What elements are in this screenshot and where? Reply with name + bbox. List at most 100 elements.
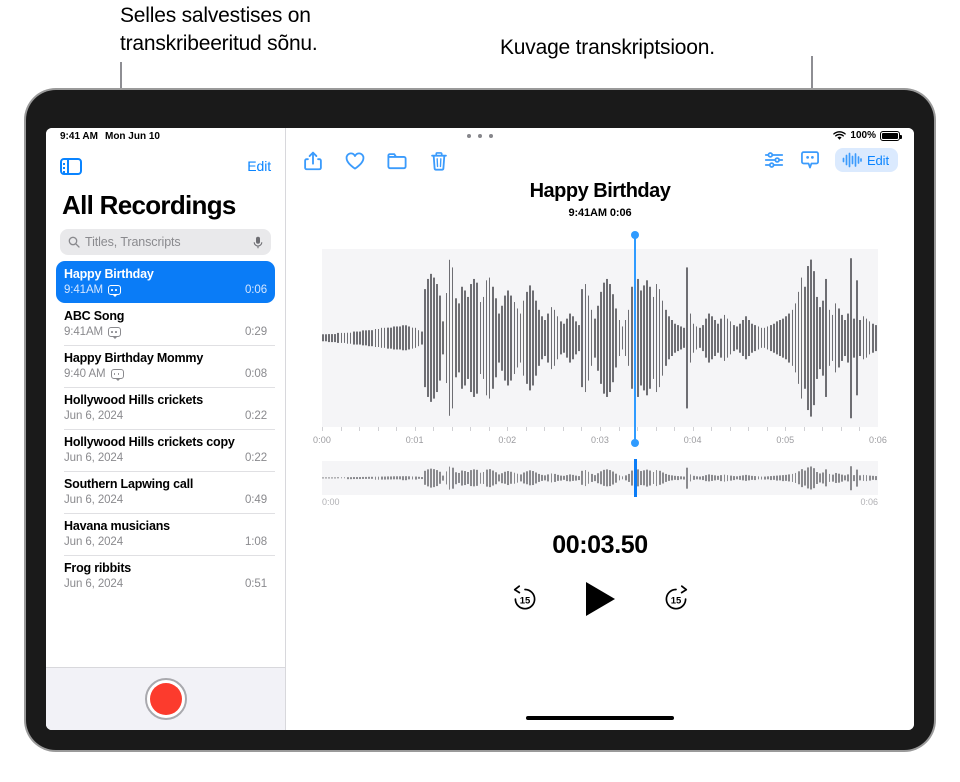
mini-waveform-bar bbox=[760, 476, 763, 480]
time-axis-tick bbox=[803, 427, 805, 431]
waveform-bar bbox=[646, 280, 649, 396]
waveform-playhead[interactable] bbox=[633, 235, 637, 443]
time-axis-tick bbox=[544, 427, 546, 431]
mini-waveform-bar bbox=[680, 476, 683, 480]
waveform-bar bbox=[658, 288, 661, 388]
recording-item-meta: Jun 6, 2024 0:49 bbox=[64, 494, 267, 506]
time-axis-tick bbox=[525, 427, 527, 431]
recording-list-item[interactable]: Hollywood Hills crickets copy Jun 6, 2024… bbox=[56, 429, 275, 471]
callout-show-transcription: Kuvage transkriptsioon. bbox=[500, 36, 715, 59]
skip-back-15-button[interactable]: 15 bbox=[510, 584, 540, 614]
mini-waveform-bar bbox=[380, 476, 383, 480]
mini-waveform-bar bbox=[541, 474, 544, 482]
mini-waveform-bar bbox=[643, 470, 646, 486]
mini-waveform-bar bbox=[714, 475, 717, 481]
waveform-bar bbox=[689, 313, 692, 363]
recording-list-item[interactable]: ABC Song 9:41AM 0:29 bbox=[56, 303, 275, 345]
mini-waveform-bar bbox=[686, 467, 689, 489]
mini-waveform-bar bbox=[785, 474, 788, 482]
waveform-bar bbox=[655, 283, 658, 393]
mini-waveform-bar bbox=[513, 472, 516, 484]
mini-waveform-bar bbox=[322, 477, 324, 479]
mini-waveform-bar bbox=[637, 469, 639, 487]
recording-list-item[interactable]: Happy Birthday 9:41AM 0:06 bbox=[56, 261, 275, 303]
waveform-bar bbox=[615, 308, 618, 368]
waveform-bar bbox=[593, 318, 596, 358]
audio-settings-icon[interactable] bbox=[763, 149, 785, 171]
mini-waveform-bar bbox=[485, 469, 488, 487]
time-axis-tick bbox=[377, 427, 379, 431]
recording-list-item[interactable]: Happy Birthday Mommy 9:40 AM 0:08 bbox=[56, 345, 275, 387]
mini-waveform-bar bbox=[717, 475, 720, 481]
waveform-bar bbox=[643, 285, 645, 391]
record-button[interactable] bbox=[144, 678, 187, 720]
multitasking-handle[interactable] bbox=[467, 134, 493, 138]
recordings-list[interactable]: Happy Birthday 9:41AM 0:06 ABC Song 9:41AM 0:… bbox=[46, 255, 285, 667]
waveform-bar bbox=[664, 310, 667, 366]
tablet-screen: 9:41 AM Mon Jun 10 100% Edit All Recordi… bbox=[46, 128, 914, 730]
waveform-bar bbox=[868, 321, 871, 355]
waveform-bar bbox=[491, 287, 494, 389]
recording-list-item[interactable]: Southern Lapwing call Jun 6, 2024 0:49 bbox=[56, 471, 275, 513]
waveform-bar bbox=[331, 333, 333, 343]
recording-item-duration: 0:49 bbox=[245, 494, 267, 506]
mini-waveform-bar bbox=[621, 476, 624, 480]
mini-waveform-bar bbox=[433, 469, 436, 487]
sidebar-toggle-icon[interactable] bbox=[60, 157, 82, 175]
waveform-bar bbox=[612, 293, 615, 383]
waveform-display[interactable]: 0:00 0:01 0:02 0:03 0:04 0:05 0:06 bbox=[313, 235, 887, 445]
waveform-bar bbox=[405, 325, 408, 351]
recording-list-item[interactable]: Frog ribbits Jun 6, 2024 0:51 bbox=[56, 555, 275, 597]
recording-item-meta: 9:41AM 0:06 bbox=[64, 284, 267, 298]
waveform-bar bbox=[757, 326, 760, 350]
skip-forward-15-button[interactable]: 15 bbox=[661, 584, 691, 614]
recording-list-item[interactable]: Havana musicians Jun 6, 2024 1:08 bbox=[56, 513, 275, 555]
waveform-bar bbox=[467, 297, 469, 379]
recording-item-title: Happy Birthday Mommy bbox=[64, 351, 204, 365]
mini-waveform-bar bbox=[862, 474, 865, 482]
mini-waveform-bar bbox=[454, 472, 457, 484]
play-button[interactable] bbox=[585, 582, 615, 616]
mini-waveform-bar bbox=[701, 476, 704, 480]
waveform-bar bbox=[501, 305, 503, 371]
mini-waveform-bar bbox=[352, 477, 355, 479]
mini-timeline[interactable]: 0:00 0:06 bbox=[322, 459, 878, 513]
waveform-bar bbox=[732, 324, 735, 352]
mini-waveform-bar bbox=[667, 474, 670, 482]
waveform-bar bbox=[748, 319, 750, 357]
mini-waveform-bar bbox=[566, 475, 568, 481]
edit-recording-button[interactable]: Edit bbox=[834, 148, 898, 172]
mini-waveform-bar bbox=[766, 476, 769, 480]
mini-waveform-bar bbox=[853, 475, 856, 481]
transcript-bubble-icon[interactable] bbox=[799, 149, 821, 171]
waveform-bar bbox=[800, 277, 803, 399]
search-input[interactable]: Titles, Transcripts bbox=[60, 229, 271, 255]
mini-waveform-bar bbox=[723, 474, 726, 482]
mini-waveform-bar bbox=[578, 476, 581, 480]
waveform-bar bbox=[399, 326, 401, 350]
folder-icon[interactable] bbox=[386, 150, 408, 172]
waveform-bar bbox=[346, 332, 349, 344]
time-axis-tick bbox=[470, 427, 472, 431]
heart-icon[interactable] bbox=[344, 150, 366, 172]
mini-waveform-bar bbox=[572, 474, 575, 482]
mini-waveform-bar bbox=[754, 476, 757, 480]
waveform-bar bbox=[683, 328, 686, 348]
sidebar-edit-button[interactable]: Edit bbox=[247, 158, 271, 174]
mini-waveform-bar bbox=[871, 475, 874, 481]
mini-waveform-bar bbox=[528, 470, 531, 486]
share-icon[interactable] bbox=[302, 150, 324, 172]
mini-waveform-bar bbox=[556, 474, 559, 482]
mini-waveform-bar bbox=[393, 476, 395, 480]
trash-icon[interactable] bbox=[428, 150, 450, 172]
mini-waveform-bar bbox=[340, 477, 343, 479]
waveform-bar bbox=[840, 315, 843, 361]
waveform-bar bbox=[439, 295, 442, 381]
microphone-icon[interactable] bbox=[253, 236, 263, 249]
waveform-bar bbox=[389, 327, 392, 349]
mini-timeline-playhead[interactable] bbox=[633, 459, 637, 497]
recording-list-item[interactable]: Hollywood Hills crickets Jun 6, 2024 0:22 bbox=[56, 387, 275, 429]
waveform-bar bbox=[624, 319, 627, 357]
time-axis-tick-label: 0:02 bbox=[498, 435, 517, 445]
mini-waveform-bar bbox=[720, 475, 723, 481]
